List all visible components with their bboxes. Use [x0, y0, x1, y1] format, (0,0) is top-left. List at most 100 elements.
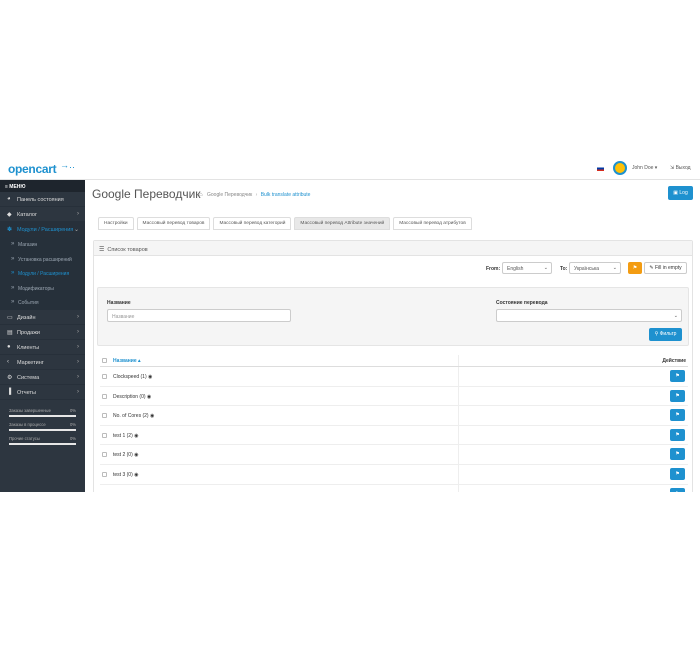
table-row: test 2 (0) ◉ ⚑: [100, 445, 688, 465]
cart-icon: ▤: [7, 329, 13, 336]
bar-chart-icon: ▐: [7, 388, 12, 395]
translate-button[interactable]: ⚑: [628, 262, 642, 274]
row-translate-button[interactable]: ⚑: [670, 428, 685, 441]
sidebar-item-sales[interactable]: ▤ Продажи ›: [0, 325, 85, 340]
stat-processing: Заказы в процессе 0%: [9, 422, 76, 431]
page-title: Google Переводчик: [92, 187, 201, 201]
stat-complete: Заказы завершенные 0%: [9, 408, 76, 417]
stat-progress-bar: [9, 442, 76, 445]
to-language-select[interactable]: Українська ⌄: [569, 262, 621, 274]
dashboard-icon: ◕: [7, 196, 11, 202]
sidebar-item-label: Модули / Расширения: [17, 227, 74, 233]
row-checkbox[interactable]: [102, 413, 107, 419]
admin-window: opencart →․․ John Doe ▾ ⇲ Выход ≡ МЕНЮ ◕…: [0, 158, 700, 492]
opencart-logo[interactable]: opencart: [8, 162, 57, 176]
user-menu[interactable]: John Doe ▾: [632, 165, 657, 171]
sidebar-item-label: Маркетинг: [17, 359, 44, 366]
chevron-down-icon: ⌄: [73, 227, 79, 233]
sidebar-subitem-extensions[interactable]: Модули / Расширения: [0, 266, 85, 281]
tab-bulk-products[interactable]: Массовый перевод товаров: [136, 217, 211, 230]
column-divider: [458, 406, 459, 425]
chevron-right-icon: ›: [77, 328, 79, 335]
chevron-down-icon: ⌄: [673, 313, 678, 319]
column-divider: [458, 355, 459, 366]
row-checkbox[interactable]: [102, 374, 107, 379]
select-all-checkbox[interactable]: [102, 358, 107, 363]
column-divider: [458, 464, 459, 484]
to-language-value: Українська: [574, 266, 600, 272]
logout-link[interactable]: ⇲ Выход: [670, 165, 691, 171]
home-icon[interactable]: ⌂: [199, 192, 203, 198]
sidebar-item-design[interactable]: ▭ Дизайн ›: [0, 310, 85, 325]
table-row: test 1 (2) ◉ ⚑: [100, 425, 688, 446]
filter-button[interactable]: ⚲ Фильтр: [649, 328, 682, 341]
tag-icon: ◆: [7, 212, 12, 218]
row-translate-button[interactable]: ⚑: [670, 389, 685, 402]
state-filter-select[interactable]: ⌄: [496, 309, 682, 322]
user-avatar[interactable]: [613, 161, 627, 175]
sidebar: ≡ МЕНЮ ◕ Панель состояния ◆ Каталог › ✽ …: [0, 180, 85, 492]
stat-other: Прочие статусы 0%: [9, 436, 76, 445]
table-row: test 3 (0) ◉ ⚑: [100, 464, 688, 485]
column-divider: [458, 367, 459, 386]
row-translate-button[interactable]: ⚑: [670, 370, 685, 382]
sort-by-name[interactable]: Название ▴: [113, 358, 141, 364]
sidebar-item-extensions[interactable]: ✽ Модули / Расширения ⌄: [0, 222, 85, 237]
sidebar-subitem-events[interactable]: События: [0, 295, 85, 310]
sidebar-item-label: Дизайн: [17, 314, 36, 321]
panel-heading: ☰ Список товаров: [94, 241, 692, 256]
list-icon: ☰: [99, 247, 105, 253]
row-checkbox[interactable]: [102, 452, 107, 458]
table-header: Название ▴ Действие: [100, 355, 688, 367]
to-label: To:: [560, 266, 568, 272]
from-language-value: English: [507, 266, 524, 272]
menu-heading: ≡ МЕНЮ: [0, 180, 85, 192]
row-translate-button[interactable]: ⚑: [670, 409, 685, 422]
language-flag-icon[interactable]: [597, 166, 604, 171]
tab-bulk-attribute-values[interactable]: Массовый перевод Attribute значений: [294, 217, 391, 230]
user-icon: ●: [7, 343, 11, 350]
row-translate-button[interactable]: ⚑: [670, 467, 685, 480]
sidebar-item-label: Панель состояния: [17, 197, 64, 203]
name-filter-input[interactable]: Название: [107, 309, 291, 322]
from-language-select[interactable]: English ⌄: [502, 262, 552, 274]
row-checkbox[interactable]: [102, 471, 107, 477]
row-checkbox[interactable]: [102, 432, 107, 438]
table-row: ⚑: [100, 484, 688, 492]
table-row: Clockspeed (1) ◉ ⚑: [100, 367, 688, 387]
sidebar-item-label: Клиенты: [17, 344, 40, 351]
sidebar-item-system[interactable]: ⚙ Система ›: [0, 370, 85, 385]
sidebar-item-reports[interactable]: ▐ Отчеты ›: [0, 385, 85, 400]
sidebar-item-marketing[interactable]: ‹ Маркетинг ›: [0, 355, 85, 370]
breadcrumb: ⌂ Google Переводчик › Bulk translate att…: [199, 192, 310, 198]
sidebar-subitem-marketplace[interactable]: Магазин: [0, 237, 85, 252]
row-translate-button[interactable]: ⚑: [670, 448, 685, 461]
action-column-header: Действие: [662, 358, 686, 364]
breadcrumb-bulk-attribute[interactable]: Bulk translate attribute: [261, 192, 311, 198]
fill-empty-button[interactable]: ✎ Fill in empty: [644, 262, 687, 274]
sidebar-item-dashboard[interactable]: ◕ Панель состояния: [0, 192, 85, 207]
stat-label: Прочие статусы: [9, 435, 40, 441]
row-translate-button[interactable]: ⚑: [670, 487, 685, 492]
filter-box: Название Название Состояние перевода ⌄ ⚲…: [97, 287, 689, 346]
attributes-table: Название ▴ Действие Clockspeed (1) ◉ ⚑ D…: [100, 355, 688, 492]
sidebar-item-label: Отчеты: [17, 389, 37, 396]
tab-settings[interactable]: Настройки: [98, 217, 134, 230]
monitor-icon: ▭: [7, 314, 13, 321]
row-checkbox[interactable]: [102, 393, 107, 399]
breadcrumb-google-translator[interactable]: Google Переводчик: [207, 192, 252, 198]
sidebar-item-label: Продажи: [17, 329, 40, 336]
table-row: Description (0) ◉ ⚑: [100, 386, 688, 407]
stat-value: 0%: [69, 407, 76, 413]
chevron-right-icon: ›: [77, 373, 79, 380]
state-filter-label: Состояние перевода: [496, 300, 548, 306]
log-button[interactable]: ▣ Log: [668, 186, 693, 200]
tab-bulk-attributes[interactable]: Массовый перевод атрибутов: [393, 217, 472, 230]
sidebar-subitem-modifications[interactable]: Модификаторы: [0, 280, 85, 295]
sidebar-subitem-installer[interactable]: Установка расширений: [0, 251, 85, 266]
tab-bulk-categories[interactable]: Массовый перевод категорий: [213, 217, 292, 230]
from-label: From:: [486, 266, 501, 272]
sidebar-item-catalog[interactable]: ◆ Каталог ›: [0, 207, 85, 222]
order-stats: Заказы завершенные 0% Заказы в процессе …: [0, 408, 85, 445]
sidebar-item-customers[interactable]: ● Клиенты ›: [0, 340, 85, 355]
